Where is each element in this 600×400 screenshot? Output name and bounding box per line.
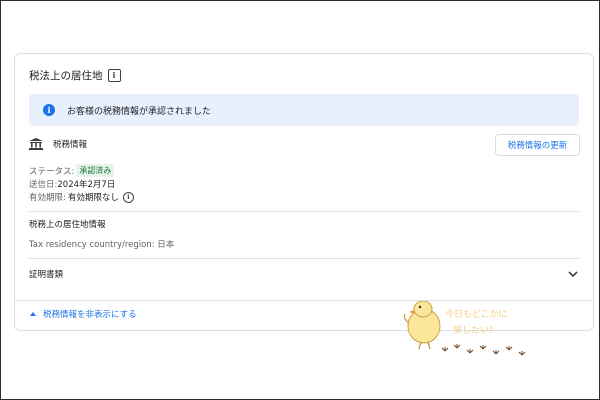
card-title: 税法上の居住地: [29, 70, 103, 82]
status-row: ステータス: 承認済み: [29, 164, 115, 177]
card-header: 税法上の居住地 i: [29, 68, 121, 83]
hide-tax-info-link[interactable]: 税務情報を非表示にする: [29, 308, 137, 320]
tax-info-label: 税務情報: [53, 140, 88, 150]
status-badge: 承認済み: [76, 164, 115, 177]
tax-info-header: 税務情報: [29, 138, 87, 150]
expiry-row: 有効期限: 有効期限なし i: [29, 191, 134, 203]
sent-date-value: 2024年2月7日: [57, 180, 116, 190]
expiry-value: 有効期限なし: [67, 193, 119, 203]
sent-date-row: 送信日: 2024年2月7日: [29, 178, 115, 190]
info-square-icon[interactable]: i: [107, 69, 121, 82]
divider: [29, 211, 579, 212]
residency-country-line: Tax residency country/region: 日本: [29, 240, 175, 250]
sent-date-label: 送信日:: [29, 180, 58, 190]
certificates-label: 証明書類: [29, 270, 64, 280]
tax-residency-card: 税法上の居住地 i i お客様の税務情報が承認されました 税務情報 税務情報の更…: [14, 53, 594, 331]
bank-icon: [29, 138, 43, 150]
window-frame: 税法上の居住地 i i お客様の税務情報が承認されました 税務情報 税務情報の更…: [0, 0, 600, 400]
caret-up-icon: [30, 312, 36, 316]
chevron-down-icon: [568, 271, 578, 278]
chick-mascot-icon: 今日もどこかに 旅したい！: [403, 301, 526, 356]
expiry-label: 有効期限:: [29, 193, 66, 203]
info-icon: i: [43, 104, 55, 116]
info-circle-icon[interactable]: i: [122, 191, 134, 203]
banner-text: お客様の税務情報が承認されました: [67, 106, 212, 117]
residency-section-title: 税務上の居住地情報: [29, 220, 106, 230]
hide-tax-info-label: 税務情報を非表示にする: [43, 310, 137, 320]
divider: [29, 258, 579, 259]
certificates-expander[interactable]: 証明書類: [29, 264, 579, 284]
approval-banner: i お客様の税務情報が承認されました: [29, 94, 579, 126]
watermark-text-line1: 今日もどこかに: [445, 308, 508, 320]
status-label: ステータス:: [29, 166, 75, 177]
update-tax-info-button[interactable]: 税務情報の更新: [495, 134, 580, 156]
watermark-text-line2: 旅したい！: [453, 324, 498, 336]
